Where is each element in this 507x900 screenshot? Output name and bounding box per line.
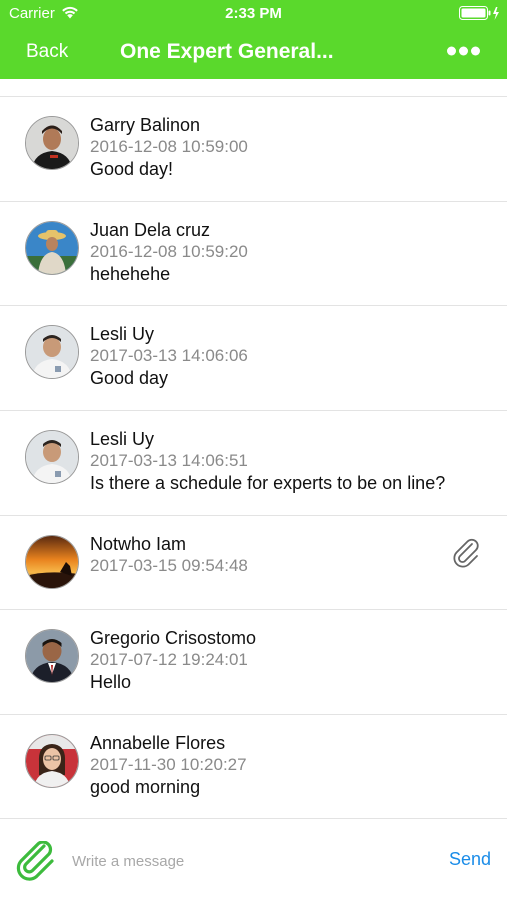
sender-name: Lesli Uy <box>90 324 155 344</box>
message-time: 2016-12-08 10:59:00 <box>90 137 248 156</box>
sender-name: Annabelle Flores <box>90 733 226 753</box>
sender-name: Gregorio Crisostomo <box>90 628 257 648</box>
message-item[interactable]: Annabelle Flores 2017-11-30 10:20:27 goo… <box>0 714 507 818</box>
avatar <box>25 116 79 170</box>
status-bar: Carrier 2:33 PM <box>0 0 507 28</box>
status-time: 2:33 PM <box>225 5 282 22</box>
avatar <box>25 430 79 484</box>
avatar <box>25 221 79 275</box>
sender-name: Lesli Uy <box>90 429 155 449</box>
message-text: Is there a schedule for experts to be on… <box>90 473 446 493</box>
sender-name: Notwho Iam <box>90 534 187 554</box>
attachment-icon[interactable] <box>452 538 482 573</box>
sender-name: Juan Dela cruz <box>90 220 211 240</box>
message-item[interactable]: Gregorio Crisostomo 2017-07-12 19:24:01 … <box>0 609 507 714</box>
message-time: 2017-03-15 09:54:48 <box>90 556 248 575</box>
message-item[interactable]: Lesli Uy 2017-03-13 14:06:06 Good day <box>0 305 507 410</box>
message-time: 2016-12-08 10:59:20 <box>90 242 248 261</box>
more-options-icon[interactable] <box>446 44 482 63</box>
message-text: Good day! <box>90 159 174 179</box>
attach-file-icon[interactable] <box>14 840 58 886</box>
message-input[interactable] <box>72 847 412 875</box>
message-item[interactable]: Lesli Uy 2017-03-13 14:06:51 Is there a … <box>0 410 507 515</box>
message-composer: Send <box>0 818 507 900</box>
page-title: One Expert General... <box>120 40 334 63</box>
message-time: 2017-03-13 14:06:51 <box>90 451 248 470</box>
message-time: 2017-03-13 14:06:06 <box>90 346 248 365</box>
avatar <box>25 734 79 788</box>
avatar <box>25 325 79 379</box>
app-header: Carrier 2:33 PM Back One Expert General.… <box>0 0 507 79</box>
message-item[interactable]: Garry Balinon 2016-12-08 10:59:00 Good d… <box>0 96 507 201</box>
message-text: Good day <box>90 368 169 388</box>
message-time: 2017-11-30 10:20:27 <box>90 755 247 774</box>
message-time: 2017-07-12 19:24:01 <box>90 650 248 669</box>
send-button[interactable]: Send <box>449 849 491 870</box>
message-list[interactable]: Garry Balinon 2016-12-08 10:59:00 Good d… <box>0 79 507 818</box>
message-item[interactable]: Notwho Iam 2017-03-15 09:54:48 <box>0 515 507 609</box>
message-text: hehehehe <box>90 264 171 284</box>
back-button[interactable]: Back <box>26 41 68 63</box>
message-text: good morning <box>90 777 201 797</box>
message-item[interactable]: Juan Dela cruz 2016-12-08 10:59:20 heheh… <box>0 201 507 305</box>
nav-bar: Back One Expert General... <box>0 28 507 79</box>
battery-icon <box>459 6 503 25</box>
avatar <box>25 629 79 683</box>
sender-name: Garry Balinon <box>90 115 201 135</box>
message-text: Hello <box>90 672 132 692</box>
avatar <box>25 535 79 589</box>
